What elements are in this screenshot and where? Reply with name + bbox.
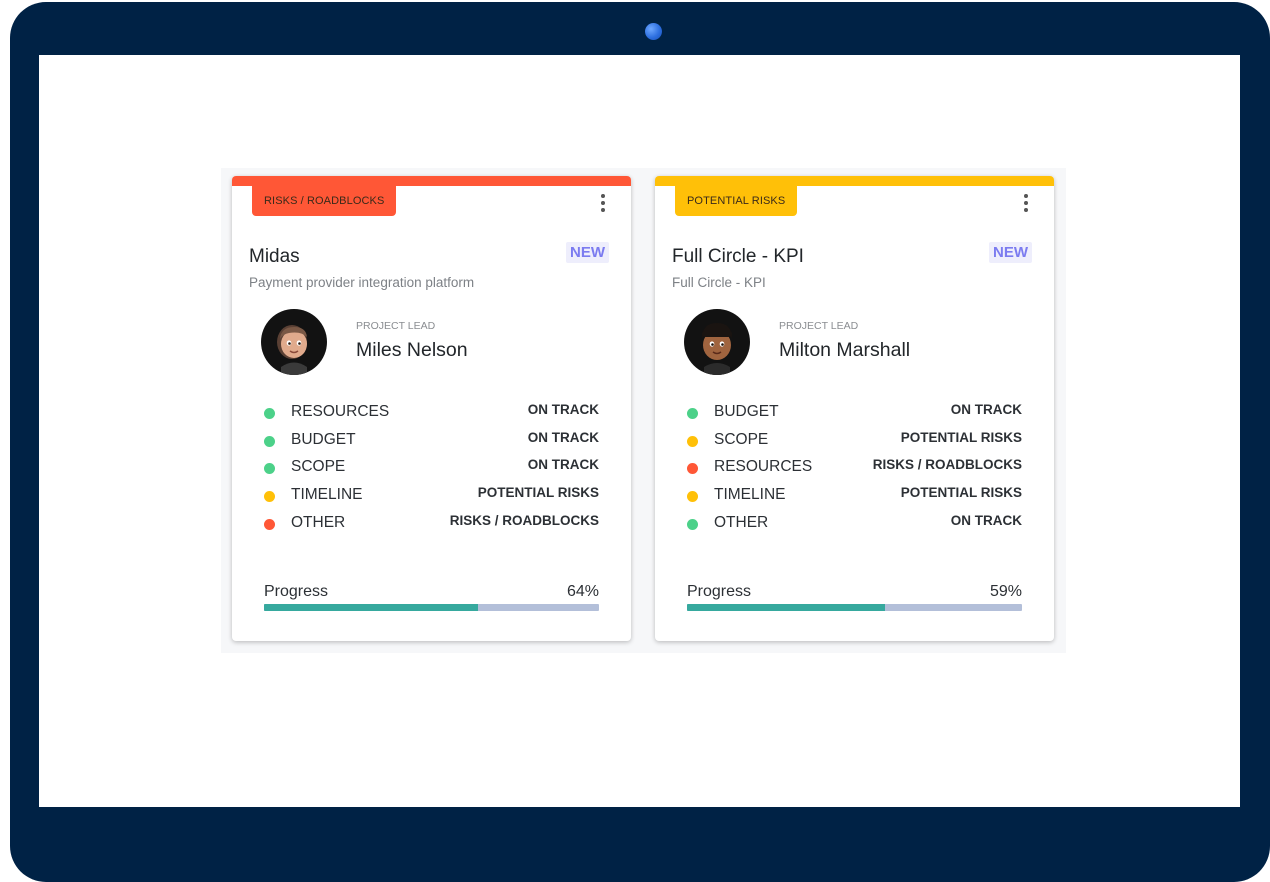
- metric-label: TIMELINE: [714, 486, 786, 504]
- metric-row: TIMELINE POTENTIAL RISKS: [264, 485, 599, 513]
- project-lead-label: PROJECT LEAD: [356, 320, 436, 332]
- metric-status: POTENTIAL RISKS: [477, 485, 599, 501]
- status-color-bar: [232, 176, 631, 186]
- project-subtitle: Payment provider integration platform: [249, 275, 475, 290]
- project-card-midas[interactable]: RISKS / ROADBLOCKS Midas Payment provide…: [232, 176, 631, 641]
- metric-row: OTHER ON TRACK: [687, 513, 1022, 541]
- project-card-full-circle-kpi[interactable]: POTENTIAL RISKS Full Circle - KPI Full C…: [655, 176, 1054, 641]
- metric-status: POTENTIAL RISKS: [900, 429, 1022, 445]
- status-dot: [687, 491, 698, 503]
- progress-label: Progress: [687, 583, 752, 600]
- status-dot: [687, 463, 698, 475]
- metric-status: RISKS / ROADBLOCKS: [449, 512, 599, 528]
- camera-icon: [645, 23, 662, 40]
- metric-row: RESOURCES ON TRACK: [264, 402, 599, 430]
- metric-label: SCOPE: [714, 430, 769, 448]
- vertical-dots-icon[interactable]: [597, 194, 609, 214]
- metric-status: ON TRACK: [527, 402, 599, 417]
- project-cards-container: RISKS / ROADBLOCKS Midas Payment provide…: [221, 168, 1066, 653]
- metric-row: OTHER RISKS / ROADBLOCKS: [264, 513, 599, 541]
- metric-row: TIMELINE POTENTIAL RISKS: [687, 485, 1022, 513]
- project-subtitle: Full Circle - KPI: [672, 275, 766, 290]
- metric-row: SCOPE ON TRACK: [264, 457, 599, 485]
- metric-label: OTHER: [291, 513, 346, 531]
- status-tag: RISKS / ROADBLOCKS: [252, 186, 397, 216]
- metric-status: RISKS / ROADBLOCKS: [872, 457, 1022, 473]
- metric-label: RESOURCES: [714, 458, 813, 476]
- progress-bar: [264, 604, 599, 611]
- status-dot: [264, 463, 275, 475]
- progress-label: Progress: [264, 583, 329, 600]
- progress-value: 64%: [566, 583, 599, 600]
- project-title: Full Circle - KPI: [672, 246, 804, 267]
- new-badge: NEW: [566, 242, 609, 263]
- metric-status: ON TRACK: [950, 512, 1022, 528]
- status-dot: [264, 435, 275, 447]
- metric-label: OTHER: [714, 513, 769, 531]
- avatar: [261, 309, 327, 375]
- metrics-list: RESOURCES ON TRACK BUDGET ON TRACK SCOPE…: [264, 402, 599, 540]
- project-lead-name: Miles Nelson: [356, 339, 468, 361]
- project-title: Midas: [249, 246, 300, 267]
- screen: RISKS / ROADBLOCKS Midas Payment provide…: [39, 55, 1240, 807]
- progress-fill: [264, 604, 479, 611]
- metric-row: BUDGET ON TRACK: [687, 402, 1022, 430]
- avatar: [684, 309, 750, 375]
- status-dot: [687, 435, 698, 447]
- metric-status: ON TRACK: [527, 429, 599, 445]
- metric-status: ON TRACK: [950, 402, 1022, 417]
- status-dot: [264, 491, 275, 503]
- status-dot: [687, 408, 698, 419]
- vertical-dots-icon[interactable]: [1020, 194, 1032, 214]
- status-dot: [687, 518, 698, 530]
- progress-value: 59%: [989, 583, 1022, 600]
- progress-bar: [687, 604, 1022, 611]
- progress-fill: [687, 604, 885, 611]
- new-badge: NEW: [989, 242, 1032, 263]
- metric-label: BUDGET: [714, 403, 779, 420]
- metric-label: SCOPE: [291, 458, 346, 476]
- metric-label: RESOURCES: [291, 403, 390, 420]
- project-lead-name: Milton Marshall: [779, 339, 911, 361]
- metric-status: ON TRACK: [527, 457, 599, 473]
- status-dot: [264, 518, 275, 530]
- status-color-bar: [655, 176, 1054, 186]
- status-tag: POTENTIAL RISKS: [675, 186, 798, 216]
- project-lead-label: PROJECT LEAD: [779, 320, 859, 332]
- metric-status: POTENTIAL RISKS: [900, 485, 1022, 501]
- metric-row: SCOPE POTENTIAL RISKS: [687, 430, 1022, 458]
- metrics-list: BUDGET ON TRACK SCOPE POTENTIAL RISKS RE…: [687, 402, 1022, 540]
- metric-row: BUDGET ON TRACK: [264, 430, 599, 458]
- status-dot: [264, 408, 275, 419]
- metric-label: TIMELINE: [291, 486, 363, 504]
- metric-label: BUDGET: [291, 430, 356, 448]
- metric-row: RESOURCES RISKS / ROADBLOCKS: [687, 457, 1022, 485]
